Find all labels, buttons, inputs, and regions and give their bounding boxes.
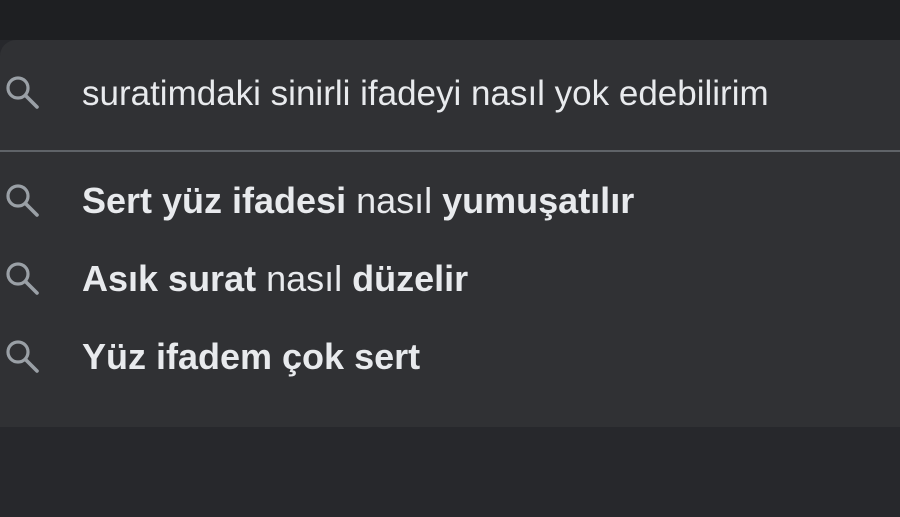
suggestion-text-normal: nasıl (256, 258, 353, 299)
suggestion-text: Sert yüz ifadesi nasıl yumuşatılır (82, 174, 634, 228)
suggestion-text-bold: Asık surat (82, 258, 257, 299)
search-icon (2, 258, 44, 300)
suggestion-item[interactable]: Sert yüz ifadesi nasıl yumuşatılır (0, 162, 900, 240)
suggestion-text-bold: düzelir (352, 258, 469, 299)
search-box[interactable] (0, 40, 900, 150)
search-icon (2, 180, 44, 222)
suggestion-text: Yüz ifadem çok sert (82, 330, 420, 384)
suggestion-item[interactable]: Yüz ifadem çok sert (0, 318, 900, 396)
search-input[interactable] (82, 70, 897, 118)
search-dropdown: Sert yüz ifadesi nasıl yumuşatılır Asık … (0, 40, 900, 427)
suggestion-text: Asık surat nasıl düzelir (82, 252, 468, 306)
page-background (0, 427, 900, 517)
suggestion-item[interactable]: Asık surat nasıl düzelir (0, 240, 900, 318)
divider (0, 150, 900, 152)
suggestion-text-bold: Sert yüz ifadesi (82, 180, 347, 221)
suggestion-text-bold: Yüz ifadem çok sert (82, 336, 421, 377)
search-icon (2, 72, 44, 114)
top-bar (0, 0, 900, 40)
search-icon (2, 336, 44, 378)
suggestion-text-normal: nasıl (346, 180, 443, 221)
suggestion-text-bold: yumuşatılır (442, 180, 635, 221)
